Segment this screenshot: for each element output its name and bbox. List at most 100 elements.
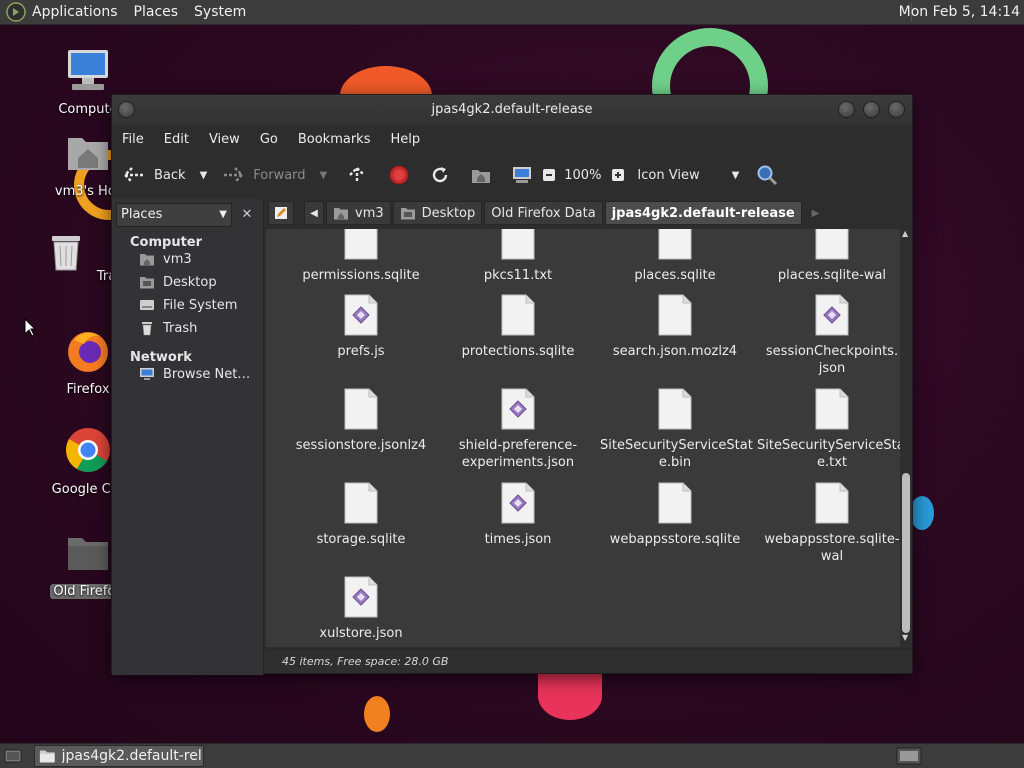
sidebar-places-combo[interactable]: Places ▼ bbox=[116, 203, 232, 227]
maximize-button[interactable] bbox=[863, 101, 880, 118]
sidebar-item-label: Trash bbox=[163, 320, 198, 336]
show-desktop-icon[interactable] bbox=[4, 747, 22, 765]
forward-history-dropdown[interactable]: ▼ bbox=[320, 170, 328, 181]
menu-applications[interactable]: Applications bbox=[32, 4, 118, 20]
sidebar-item-file-system[interactable]: File System bbox=[139, 295, 237, 315]
script-file-icon bbox=[814, 293, 850, 337]
file-name: times.json bbox=[484, 532, 552, 547]
breadcrumb-desktop[interactable]: Desktop bbox=[392, 201, 483, 225]
file-item[interactable]: places.sqlite bbox=[600, 229, 750, 284]
sidebar-item-vm3[interactable]: vm3 bbox=[139, 249, 192, 269]
breadcrumb-label: vm3 bbox=[355, 205, 384, 221]
file-name: prefs.js bbox=[337, 344, 385, 359]
file-item[interactable]: storage.sqlite bbox=[286, 481, 436, 548]
chevron-down-icon: ▼ bbox=[219, 209, 227, 220]
home-icon[interactable] bbox=[469, 163, 493, 187]
text-file-icon bbox=[500, 293, 536, 337]
menu-bookmarks[interactable]: Bookmarks bbox=[298, 132, 371, 147]
computer-icon[interactable] bbox=[510, 163, 534, 187]
sidebar-section-computer: Computer bbox=[130, 235, 203, 250]
zoom-level: 100% bbox=[564, 167, 602, 183]
home-folder-icon bbox=[334, 208, 348, 220]
back-history-dropdown[interactable]: ▼ bbox=[200, 170, 208, 181]
back-button[interactable]: Back bbox=[122, 159, 186, 191]
file-item[interactable]: webappsstore.sqlite- wal bbox=[757, 481, 907, 565]
workspace-switcher-icon[interactable] bbox=[896, 747, 922, 765]
text-file-icon bbox=[814, 387, 850, 431]
file-name: SiteSecurityServiceStat e.bin bbox=[600, 438, 753, 470]
menu-places[interactable]: Places bbox=[134, 4, 179, 20]
window-menu-button[interactable] bbox=[118, 101, 135, 118]
file-item[interactable]: permissions.sqlite bbox=[286, 229, 436, 284]
text-file-icon bbox=[343, 387, 379, 431]
file-name: xulstore.json bbox=[319, 626, 403, 641]
file-view[interactable]: permissions.sqlite pkcs11.txt places.sqlit… bbox=[266, 229, 912, 647]
stop-icon[interactable] bbox=[387, 163, 411, 187]
breadcrumb-current[interactable]: jpas4gk2.default-release bbox=[604, 201, 802, 225]
search-icon[interactable] bbox=[755, 163, 779, 187]
view-mode-select[interactable]: Icon View ▼ bbox=[637, 159, 739, 191]
location-toggle-button[interactable] bbox=[268, 201, 294, 225]
zoom-in-icon[interactable] bbox=[609, 163, 627, 187]
folder-icon bbox=[68, 538, 108, 570]
sidebar-item-browse-network[interactable]: Browse Net… bbox=[139, 364, 250, 384]
breadcrumb-vm3[interactable]: vm3 bbox=[326, 201, 391, 225]
sidebar-item-label: Desktop bbox=[163, 274, 217, 290]
taskbar-window-label: jpas4gk2.default-rel... bbox=[61, 748, 203, 764]
chevron-right-icon[interactable]: ▶ bbox=[812, 208, 820, 219]
file-item[interactable]: places.sqlite-wal bbox=[757, 229, 907, 284]
minimize-button[interactable] bbox=[838, 101, 855, 118]
zoom-out-icon[interactable] bbox=[540, 163, 558, 187]
file-item[interactable]: shield-preference- experiments.json bbox=[443, 387, 593, 471]
file-item[interactable]: search.json.mozlz4 bbox=[600, 293, 750, 360]
text-file-icon bbox=[657, 481, 693, 525]
trash-icon bbox=[51, 236, 80, 271]
desktop-icon-label: Firefox bbox=[66, 382, 110, 397]
file-item[interactable]: protections.sqlite bbox=[443, 293, 593, 360]
scroll-down-icon[interactable]: ▼ bbox=[902, 633, 908, 642]
menubar: File Edit View Go Bookmarks Help bbox=[112, 125, 912, 153]
script-file-icon bbox=[500, 387, 536, 431]
file-item[interactable]: pkcs11.txt bbox=[443, 229, 593, 284]
home-folder-icon bbox=[140, 254, 154, 266]
sidebar-item-trash[interactable]: Trash bbox=[139, 318, 197, 338]
chevron-left-icon: ◀ bbox=[310, 207, 318, 219]
scroll-up-icon[interactable]: ▲ bbox=[902, 229, 908, 238]
vertical-scrollbar[interactable]: ▲ ▼ bbox=[900, 229, 912, 647]
menu-system[interactable]: System bbox=[194, 4, 246, 20]
pathbar-scroll-left[interactable]: ◀ bbox=[304, 201, 324, 225]
toolbar: Back ▼ Forward ▼ 100% Icon View ▼ bbox=[112, 153, 912, 197]
close-button[interactable] bbox=[888, 101, 905, 118]
file-item[interactable]: prefs.js bbox=[286, 293, 436, 360]
breadcrumb-label: Desktop bbox=[421, 205, 476, 221]
file-name: sessionstore.jsonlz4 bbox=[295, 438, 427, 453]
file-item[interactable]: sessionCheckpoints. json bbox=[757, 293, 907, 377]
scrollbar-thumb[interactable] bbox=[902, 473, 910, 633]
desktop-folder-icon bbox=[400, 208, 415, 220]
sidebar-close-icon[interactable]: ✕ bbox=[236, 204, 258, 226]
file-item[interactable]: times.json bbox=[443, 481, 593, 548]
clock[interactable]: Mon Feb 5, 14:14 bbox=[899, 4, 1020, 20]
wallpaper-orange-dot bbox=[364, 696, 390, 732]
file-item[interactable]: webappsstore.sqlite bbox=[600, 481, 750, 548]
menu-file[interactable]: File bbox=[122, 132, 144, 147]
sidebar-item-desktop[interactable]: Desktop bbox=[139, 272, 217, 292]
menu-go[interactable]: Go bbox=[260, 132, 278, 147]
taskbar-window-button[interactable]: jpas4gk2.default-rel... bbox=[34, 745, 204, 767]
file-item[interactable]: SiteSecurityServiceStat e.bin bbox=[600, 387, 753, 471]
file-item[interactable]: xulstore.json bbox=[286, 575, 436, 642]
menu-view[interactable]: View bbox=[209, 132, 240, 147]
file-item[interactable]: SiteSecurityServiceStat e.txt bbox=[757, 387, 910, 471]
breadcrumb-old-firefox-data[interactable]: Old Firefox Data bbox=[484, 201, 603, 225]
distro-logo-icon[interactable] bbox=[6, 2, 26, 22]
file-manager-window: jpas4gk2.default-release File Edit View … bbox=[111, 94, 913, 675]
file-item[interactable]: sessionstore.jsonlz4 bbox=[286, 387, 436, 454]
menu-edit[interactable]: Edit bbox=[164, 132, 189, 147]
computer-icon bbox=[68, 50, 108, 90]
window-titlebar[interactable]: jpas4gk2.default-release bbox=[112, 95, 912, 125]
back-arrow-icon bbox=[122, 163, 146, 187]
menu-help[interactable]: Help bbox=[390, 132, 420, 147]
forward-button[interactable]: Forward bbox=[221, 159, 306, 191]
up-arrow-icon[interactable] bbox=[345, 163, 369, 187]
reload-icon[interactable] bbox=[428, 163, 452, 187]
